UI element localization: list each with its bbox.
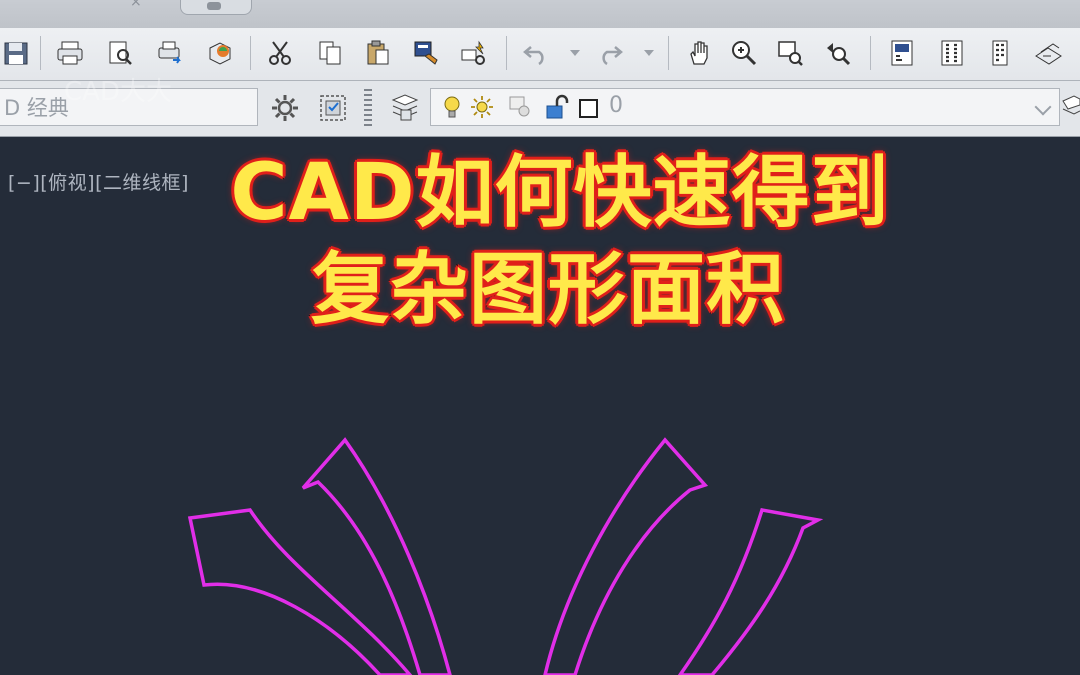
polyline-petal-outer-right <box>677 508 824 675</box>
drawing-geometry[interactable] <box>0 0 1080 675</box>
polyline-petal-outer-left <box>187 508 413 675</box>
headline-line-1: CAD如何快速得到 <box>229 147 890 240</box>
polyline-petal-inner-right <box>543 437 709 675</box>
headline-line-2: 复杂图形面积 <box>309 244 785 337</box>
